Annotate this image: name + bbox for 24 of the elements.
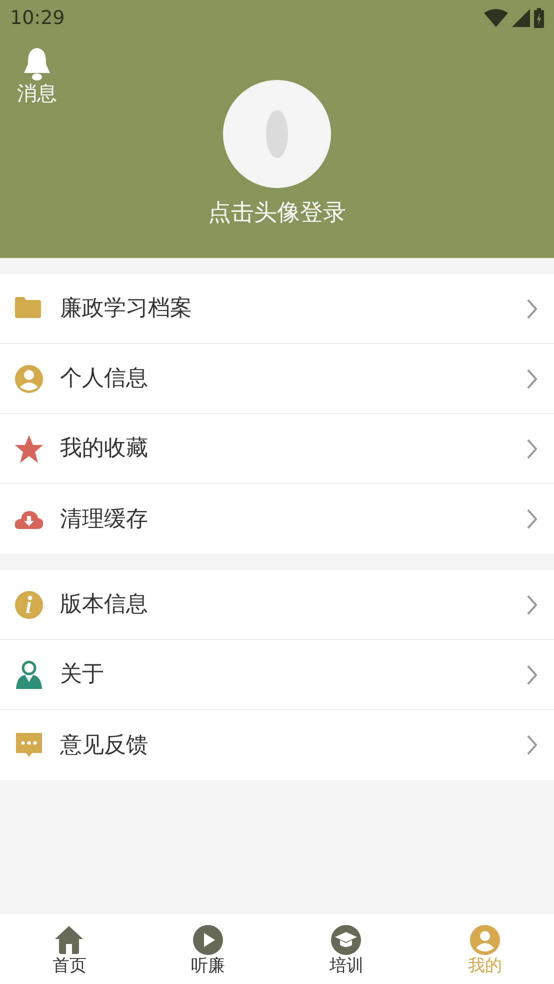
person-icon	[14, 660, 44, 690]
chevron-right-icon	[526, 734, 538, 756]
chevron-right-icon	[526, 664, 538, 686]
chevron-right-icon	[526, 438, 538, 460]
chevron-right-icon	[526, 368, 538, 390]
chevron-right-icon	[526, 508, 538, 530]
person-icon	[14, 364, 44, 394]
info-icon	[14, 590, 44, 620]
nav-tab[interactable]: 培训	[277, 914, 416, 984]
wifi-icon	[484, 9, 508, 27]
seal-logo-icon	[265, 109, 289, 159]
person-icon	[468, 924, 501, 956]
nav-tab[interactable]: 听廉	[138, 914, 277, 984]
play-icon	[192, 924, 224, 956]
star-icon	[14, 434, 44, 464]
login-prompt: 点击头像登录	[207, 199, 347, 228]
chevron-right-icon	[526, 298, 538, 320]
battery-icon	[534, 8, 544, 28]
home-icon	[53, 924, 86, 956]
graduation-cap-icon	[330, 924, 362, 956]
chevron-right-icon	[526, 594, 538, 616]
status-time: 10:29	[10, 6, 65, 31]
nav-tab[interactable]: 首页	[0, 914, 138, 984]
signal-icon	[512, 9, 530, 27]
